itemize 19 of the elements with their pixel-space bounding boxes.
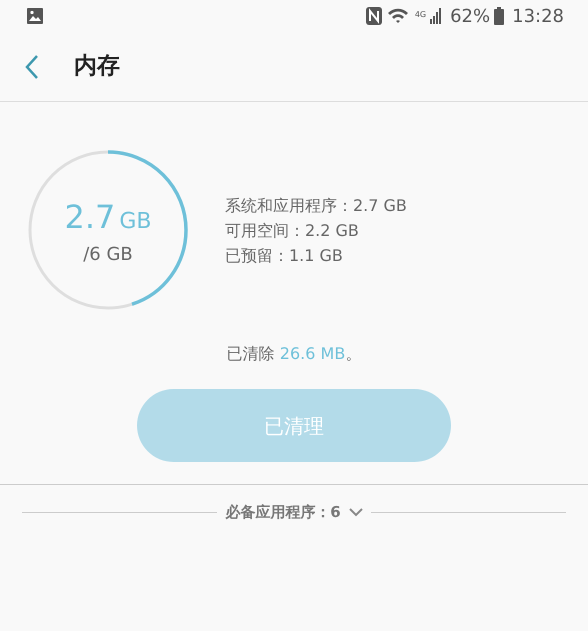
used-unit: GB (119, 208, 152, 236)
gallery-icon (26, 7, 44, 25)
storage-detail: 系统和应用程序：2.7 GB (225, 194, 407, 216)
network-type-label: 4G (414, 8, 426, 20)
used-value: 2.7 (64, 196, 116, 238)
signal-icon (430, 8, 442, 24)
storage-detail: 已预留：1.1 GB (225, 244, 344, 266)
battery-percentage: 62% (450, 4, 490, 28)
page-title: 内存 (74, 52, 120, 82)
total-capacity: /6 GB (83, 242, 133, 266)
cleared-message: 已清除 26.6 MB。 (226, 343, 362, 365)
nfc-icon (364, 6, 383, 26)
battery-icon (494, 7, 504, 25)
chevron-icon (348, 508, 363, 517)
essential-apps-toggle[interactable]: 必备应用程序：6 (217, 501, 371, 524)
back-icon[interactable] (24, 54, 40, 80)
storage-detail: 可用空间：2.2 GB (225, 220, 360, 242)
clock: 13:28 (512, 4, 564, 28)
wifi-icon (386, 7, 409, 25)
